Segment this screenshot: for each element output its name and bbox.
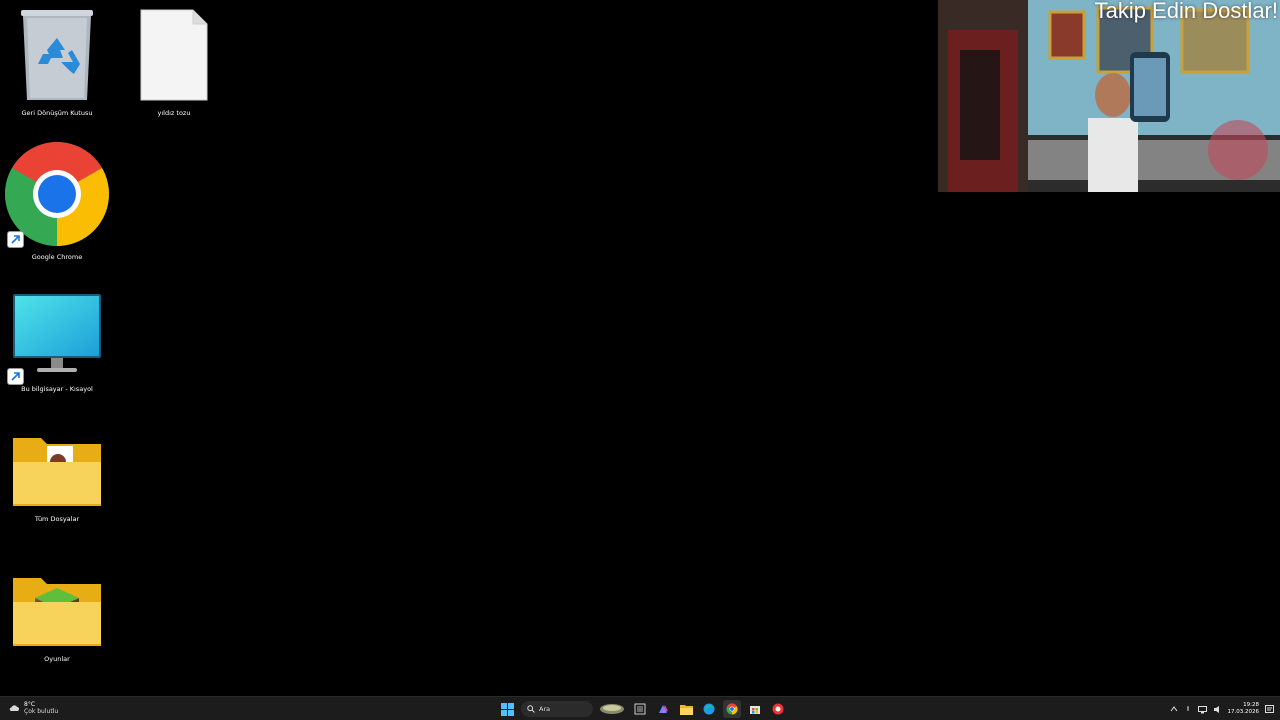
taskbar-search[interactable]: Ara [521, 701, 593, 717]
chrome-icon [726, 703, 738, 715]
weather-temp: 8°C [24, 701, 36, 708]
games-label: Oyunlar [44, 655, 70, 663]
desktop-icon-chrome[interactable]: Google Chrome [2, 142, 112, 262]
task-view-icon [634, 703, 646, 715]
recycle-bin-icon [21, 10, 93, 100]
taskbar: 8°C Çok bulutlu Ara 19:28 17.03.2026 [0, 696, 1280, 720]
network-icon[interactable] [1197, 705, 1207, 714]
cloud-icon [9, 705, 19, 711]
copilot-icon [659, 705, 668, 713]
file-explorer-icon [679, 704, 693, 715]
start-icon [500, 702, 514, 716]
shortcut-arrow-icon [8, 232, 23, 247]
app-button[interactable] [769, 700, 787, 718]
this-pc-label: Bu bilgisayar - Kısayol [21, 385, 93, 393]
start-button[interactable] [498, 700, 516, 718]
volume-icon[interactable] [1213, 705, 1222, 714]
app-icon [772, 703, 784, 715]
desktop-icon-all-files[interactable]: Tüm Dosyalar [2, 432, 112, 524]
clock-date: 17.03.2026 [1227, 709, 1260, 715]
chrome-taskbar-button[interactable] [723, 700, 741, 718]
search-icon [527, 705, 535, 713]
weather-condition: Çok bulutlu [24, 708, 59, 715]
desktop-icon-games[interactable]: Oyunlar [2, 572, 112, 664]
desktop-icon-this-pc[interactable]: Bu bilgisayar - Kısayol [2, 292, 112, 394]
weather-widget[interactable]: 8°C Çok bulutlu [8, 701, 58, 715]
chrome-icon [5, 142, 109, 246]
chevron-up-icon[interactable] [1170, 705, 1178, 713]
task-view-button[interactable] [631, 700, 649, 718]
clock[interactable]: 19:28 17.03.2026 [1228, 702, 1260, 716]
taskbar-pinned: Ara [498, 699, 787, 719]
chrome-label: Google Chrome [31, 253, 83, 261]
system-tray: 19:28 17.03.2026 [1170, 699, 1274, 719]
text-file-label: yıldız tozu [157, 109, 191, 117]
recycle-bin-label: Geri Dönüşüm Kutusu [21, 109, 93, 117]
folder-icon [13, 438, 101, 506]
webcam-caption: Takip Edin Dostlar! [1094, 0, 1278, 23]
webcam-image [938, 0, 1280, 192]
desktop: Geri Dönüşüm Kutusu yıldız tozu Google C… [0, 0, 1280, 696]
widget-icon [600, 704, 624, 714]
edge-icon [703, 703, 715, 715]
desktop-icon-text-file[interactable]: yıldız tozu [119, 8, 229, 118]
folder-icon [13, 578, 101, 646]
desktop-icon-recycle-bin[interactable]: Geri Dönüşüm Kutusu [2, 8, 112, 118]
widget-button[interactable] [598, 700, 626, 718]
monitor-icon [13, 294, 101, 372]
text-file-icon [140, 9, 208, 101]
store-button[interactable] [746, 700, 764, 718]
webcam-overlay: Takip Edin Dostlar! [938, 0, 1280, 192]
copilot-button[interactable] [654, 700, 672, 718]
file-explorer-button[interactable] [677, 700, 695, 718]
shortcut-arrow-icon [8, 369, 23, 384]
microphone-icon[interactable] [1184, 705, 1192, 714]
edge-button[interactable] [700, 700, 718, 718]
store-icon [750, 706, 760, 714]
notification-icon[interactable] [1265, 704, 1274, 714]
clock-time: 19:28 [1243, 702, 1259, 708]
search-placeholder: Ara [539, 705, 551, 713]
all-files-label: Tüm Dosyalar [34, 515, 80, 523]
